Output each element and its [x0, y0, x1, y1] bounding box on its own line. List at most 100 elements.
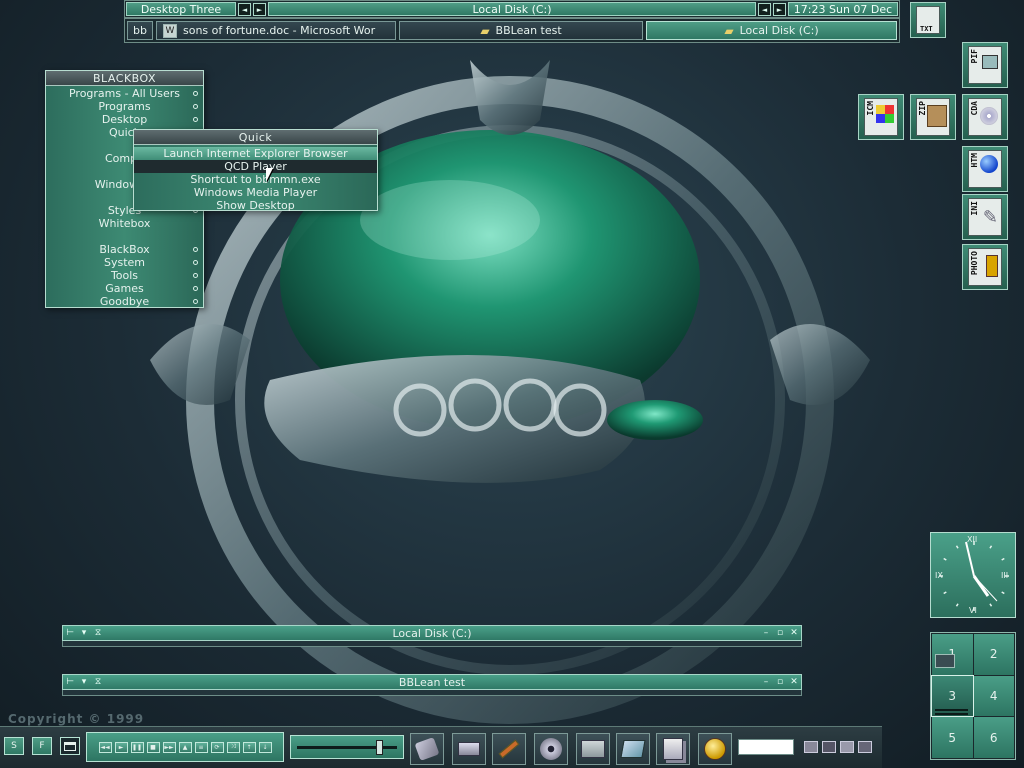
window-body: [62, 641, 802, 647]
repeat-icon[interactable]: ⟳: [210, 741, 224, 753]
stop-icon[interactable]: ■: [146, 741, 160, 753]
analog-clock: XII III VI IX: [930, 532, 1016, 618]
submenu-item-show-desktop[interactable]: Show Desktop: [134, 199, 377, 212]
photo-film-icon[interactable]: PHOTO: [962, 244, 1008, 290]
submenu-item-windows-media-player[interactable]: Windows Media Player: [134, 186, 377, 199]
close-icon[interactable]: ✕: [787, 677, 801, 687]
task-word-document[interactable]: W sons of fortune.doc - Microsoft Wor: [156, 21, 396, 40]
media-player-controls: ◄◄ ► ❚❚ ■ ►► ▲ ≡ ⟳ ⤨ ↑ ↓: [86, 732, 284, 762]
window-icon[interactable]: [60, 737, 80, 755]
task-label: sons of fortune.doc - Microsoft Wor: [183, 24, 376, 37]
task-label: bb: [133, 24, 147, 37]
drive-icon[interactable]: [452, 733, 486, 765]
text-file-icon[interactable]: TXT: [910, 2, 946, 38]
clock-numeral-9: IX: [935, 571, 943, 580]
volume-slider[interactable]: [290, 735, 404, 759]
search-input[interactable]: [738, 739, 794, 755]
zip-archive-icon[interactable]: ZIP: [910, 94, 956, 140]
workspace-label[interactable]: Desktop Three: [126, 2, 236, 16]
eject-icon[interactable]: ▲: [178, 741, 192, 753]
submenu-item-bbmmn[interactable]: Shortcut to bbmmn.exe: [134, 173, 377, 186]
menu-item-games[interactable]: Games: [46, 282, 203, 295]
pager-desktop-5[interactable]: 5: [932, 717, 973, 758]
chevron-down-icon[interactable]: ▾: [77, 677, 91, 687]
task-bb[interactable]: bb: [127, 21, 153, 40]
menu-item-blackbox[interactable]: BlackBox: [46, 243, 203, 256]
volume-knob[interactable]: [376, 740, 383, 755]
pager-desktop-2[interactable]: 2: [973, 634, 1014, 675]
system-tray: [800, 736, 880, 758]
toolbar-clock: 17:23 Sun 07 Dec: [788, 2, 898, 16]
shuffle-icon[interactable]: ⤨: [226, 741, 240, 753]
arrow-right-icon[interactable]: ►: [773, 3, 786, 16]
window-bblean-test[interactable]: ⊢ ▾ ⧖ BBLean test – ▫ ✕: [62, 674, 802, 690]
menu-item-programs-all-users[interactable]: Programs - All Users: [46, 87, 203, 100]
minimize-icon[interactable]: –: [759, 628, 773, 638]
maximize-icon[interactable]: ▫: [773, 628, 787, 638]
window-title: BBLean test: [398, 675, 466, 689]
arrow-right-icon[interactable]: ►: [253, 3, 266, 16]
documents-icon[interactable]: [656, 733, 690, 765]
arrow-left-icon[interactable]: ◄: [758, 3, 771, 16]
tray-speaker-icon[interactable]: [858, 741, 872, 753]
scanner-icon[interactable]: [616, 733, 650, 765]
menu-item-system[interactable]: System: [46, 256, 203, 269]
menu-item-tools[interactable]: Tools: [46, 269, 203, 282]
shade-icon[interactable]: ⧖: [91, 677, 105, 687]
pager-desktop-4[interactable]: 4: [973, 675, 1014, 717]
submenu-item-qcd-player[interactable]: QCD Player: [134, 160, 377, 173]
pager-desktop-6[interactable]: 6: [973, 717, 1014, 758]
tray-display-icon[interactable]: [804, 741, 818, 753]
window-title-label: Local Disk (C:): [268, 2, 756, 16]
up-icon[interactable]: ↑: [242, 741, 256, 753]
menu-item-whitebox[interactable]: Whitebox: [46, 217, 203, 230]
icm-file-icon[interactable]: ICM: [858, 94, 904, 140]
submenu-item-internet-explorer[interactable]: Launch Internet Explorer Browser: [134, 147, 377, 160]
quicktime-icon[interactable]: [698, 733, 732, 765]
rewind-icon[interactable]: ◄◄: [98, 741, 112, 753]
pager-desktop-1[interactable]: 1: [932, 634, 973, 675]
task-bblean-test[interactable]: ▰ BBLean test: [399, 21, 643, 40]
minimize-icon[interactable]: –: [759, 677, 773, 687]
f-button[interactable]: F: [32, 737, 52, 755]
maximize-icon[interactable]: ▫: [773, 677, 787, 687]
film-reel-icon[interactable]: [534, 733, 568, 765]
chevron-down-icon[interactable]: ▾: [77, 628, 91, 638]
pin-icon[interactable]: ⊢: [63, 628, 77, 638]
pager-desktop-3[interactable]: 3: [931, 674, 974, 718]
down-icon[interactable]: ↓: [258, 741, 272, 753]
html-file-icon[interactable]: HTM: [962, 146, 1008, 192]
tray-network-icon[interactable]: [822, 741, 836, 753]
folder-icon[interactable]: [576, 733, 610, 765]
copyright-watermark: Copyright © 1999: [8, 712, 145, 726]
menu-item-programs[interactable]: Programs: [46, 100, 203, 113]
task-label: BBLean test: [495, 24, 562, 37]
pin-icon[interactable]: ⊢: [63, 677, 77, 687]
menu-item-goodbye[interactable]: Goodbye: [46, 295, 203, 308]
brush-icon[interactable]: [410, 733, 444, 765]
cd-audio-icon[interactable]: CDA: [962, 94, 1008, 140]
s-button[interactable]: S: [4, 737, 24, 755]
tools-icon[interactable]: [492, 733, 526, 765]
pause-icon[interactable]: ❚❚: [130, 741, 144, 753]
playlist-icon[interactable]: ≡: [194, 741, 208, 753]
window-thumbnail: [935, 654, 955, 668]
window-local-disk[interactable]: ⊢ ▾ ⧖ Local Disk (C:) – ▫ ✕: [62, 625, 802, 641]
fast-forward-icon[interactable]: ►►: [162, 741, 176, 753]
window-title: Local Disk (C:): [392, 626, 472, 640]
arrow-left-icon[interactable]: ◄: [238, 3, 251, 16]
play-icon[interactable]: ►: [114, 741, 128, 753]
shade-icon[interactable]: ⧖: [91, 628, 105, 638]
pif-file-icon[interactable]: PIF: [962, 42, 1008, 88]
toolbar: Desktop Three ◄ ► Local Disk (C:) ◄ ► 17…: [124, 0, 900, 18]
task-local-disk[interactable]: ▰ Local Disk (C:): [646, 21, 897, 40]
ini-settings-icon[interactable]: INI ✎: [962, 194, 1008, 240]
folder-icon: ▰: [480, 23, 490, 38]
workspace-pager: 1 2 3 4 5 6: [930, 632, 1016, 760]
window-body: [62, 690, 802, 696]
close-icon[interactable]: ✕: [787, 628, 801, 638]
menu-item-desktop[interactable]: Desktop: [46, 113, 203, 126]
tray-printer-icon[interactable]: [840, 741, 854, 753]
menu-title: BLACKBOX: [46, 71, 203, 86]
submenu-title: Quick: [134, 130, 377, 145]
